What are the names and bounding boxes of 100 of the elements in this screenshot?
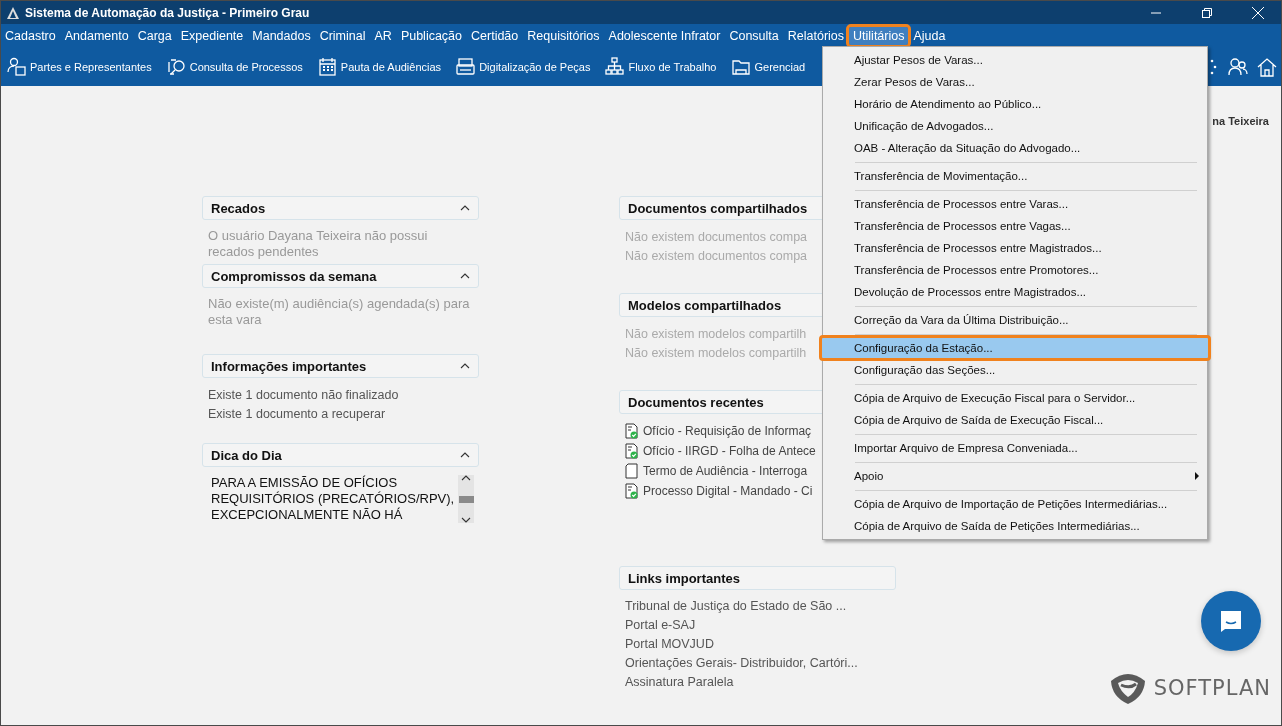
toolbar-button[interactable]: Gerenciad <box>731 57 806 76</box>
chevron-icon[interactable] <box>461 475 471 481</box>
recent-document-link[interactable]: Ofício - IIRGD - Folha de Antece <box>643 444 816 458</box>
panel-message: Não existe(m) audiência(s) agendada(s) para esta vara <box>208 296 471 328</box>
toolbar-button[interactable]: Consulta de Processos <box>166 57 303 76</box>
panel-message: Não existem modelos compartilh <box>625 326 807 343</box>
panel-message: Não existem documentos compa <box>625 229 808 246</box>
menu-option[interactable]: OAB - Alteração da Situação do Advogado... <box>823 137 1207 159</box>
toolbar-button[interactable]: Partes e Representantes <box>7 57 152 76</box>
window-title: Sistema de Automação da Justiça - Primeiro Grau <box>25 5 311 20</box>
close-icon <box>1252 6 1264 19</box>
info-message[interactable]: Existe 1 documento não finalizado <box>208 386 399 405</box>
toolbar-label: Partes e Representantes <box>30 60 152 73</box>
menu-option[interactable]: Transferência de Movimentação... <box>823 165 1207 187</box>
menu-option[interactable]: Transferência de Processos entre Magistrados... <box>823 237 1207 259</box>
link[interactable]: Orientações Gerais- Distribuidor, Cartóri... <box>625 654 858 673</box>
menu-item[interactable]: Publicação <box>396 26 467 45</box>
recent-document-link[interactable]: Termo de Audiência - Interroga <box>643 464 808 478</box>
panel-title: Documentos recentes <box>628 394 764 410</box>
chevron-icon[interactable] <box>460 452 470 458</box>
menu-option[interactable]: Cópia de Arquivo de Saída de Petições Intermediárias... <box>823 515 1207 537</box>
menu-option[interactable]: Unificação de Advogados... <box>823 115 1207 137</box>
chat-icon <box>1219 609 1243 633</box>
scrollbar-thumb[interactable] <box>458 495 474 503</box>
menu-option[interactable]: Importar Arquivo de Empresa Conveniada... <box>823 437 1207 459</box>
menu-item[interactable]: Relatórios <box>783 26 849 45</box>
menu-option[interactable]: Ajustar Pesos de Varas... <box>823 49 1207 71</box>
toolbar-label: Consulta de Processos <box>189 60 303 73</box>
link[interactable]: Assinatura Paralela <box>625 673 734 692</box>
menu-item[interactable]: Cadastro <box>1 26 60 45</box>
panel-title: Compromissos da semana <box>211 268 377 284</box>
folder-icon <box>731 57 751 76</box>
menu-item[interactable]: Ajuda <box>909 26 950 45</box>
chevron-icon[interactable] <box>461 517 471 523</box>
chat-button[interactable] <box>1201 591 1261 651</box>
menu-option[interactable]: Configuração da Estação... <box>821 337 1209 359</box>
toolbar-label: Fluxo de Trabalho <box>628 60 717 73</box>
menu-item[interactable]: Requisitórios <box>523 26 604 45</box>
menu-item[interactable]: Certidão <box>467 26 523 45</box>
link[interactable]: Tribunal de Justiça do Estado de São ... <box>625 597 847 616</box>
menu-item[interactable]: Andamento <box>60 26 133 45</box>
menu-option[interactable]: Transferência de Processos entre Promotores... <box>823 259 1207 281</box>
info-message[interactable]: Existe 1 documento a recuperar <box>208 405 386 424</box>
toolbar-label: Pauta de Audiências <box>340 60 442 73</box>
menu-item[interactable]: Mandados <box>248 26 315 45</box>
panel-header[interactable]: Informações importantes <box>202 354 479 378</box>
recent-document-link[interactable]: Ofício - Requisição de Informaç <box>643 424 812 438</box>
chevron-icon[interactable] <box>460 363 470 369</box>
menu-item[interactable]: Criminal <box>315 26 370 45</box>
panel-header[interactable]: Compromissos da semana <box>202 264 479 288</box>
menu-item[interactable]: Adolescente Infrator <box>604 26 725 45</box>
signed-document-icon <box>625 443 639 459</box>
menu-option[interactable]: Zerar Pesos de Varas... <box>823 71 1207 93</box>
minimize-icon <box>1151 11 1161 14</box>
calendar-icon <box>317 57 337 76</box>
person-clipboard-icon <box>7 57 26 76</box>
search-icon <box>166 57 186 76</box>
panel-title: Modelos compartilhados <box>628 297 782 313</box>
chevron-icon[interactable] <box>460 205 470 211</box>
recent-document-link[interactable]: Processo Digital - Mandado - Ci <box>643 484 813 498</box>
menu-item[interactable]: Utilitários <box>849 26 909 45</box>
menu-option[interactable]: Apoio <box>823 465 1207 487</box>
menu-option[interactable]: Configuração das Seções... <box>823 359 1207 381</box>
panel-title: Links importantes <box>628 570 740 586</box>
menu-item[interactable]: Expediente <box>176 26 248 45</box>
panel-title: Recados <box>211 200 266 216</box>
menu-option[interactable]: Horário de Atendimento ao Público... <box>823 93 1207 115</box>
scanner-icon <box>456 57 476 76</box>
user-name: na Teixeira <box>1212 115 1269 127</box>
tip-text: PARA A EMISSÃO DE OFÍCIOS REQUISITÓRIOS (PRECATÓRIOS/RPV), EXCEPCIONALMENTE NÃO HÁ <box>211 475 456 523</box>
restore-icon <box>1202 7 1212 18</box>
home-icon[interactable] <box>1257 56 1277 77</box>
panel-message: O usuário Dayana Teixeira não possui recados pendentes <box>208 228 429 260</box>
hierarchy-icon <box>605 57 625 76</box>
panel-title: Dica do Dia <box>211 447 282 463</box>
panel-message: Não existem modelos compartilh <box>625 345 807 362</box>
app-logo-icon <box>6 5 20 20</box>
toolbar-button[interactable]: Fluxo de Trabalho <box>605 57 717 76</box>
toolbar-button[interactable]: Pauta de Audiências <box>317 57 442 76</box>
panel-title: Informações importantes <box>211 358 367 374</box>
toolbar-button[interactable]: Digitalização de Peças <box>456 57 591 76</box>
people-icon[interactable] <box>1228 56 1248 77</box>
signed-document-icon <box>625 483 639 499</box>
menu-item[interactable]: Carga <box>133 26 176 45</box>
toolbar-label: Gerenciad <box>754 60 806 73</box>
panel-header[interactable]: Dica do Dia <box>202 443 479 467</box>
link[interactable]: Portal e-SAJ <box>625 616 696 635</box>
menu-item[interactable]: Consulta <box>725 26 783 45</box>
panel-header[interactable]: Recados <box>202 196 479 220</box>
menu-option[interactable]: Cópia de Arquivo de Importação de Petições Intermediárias... <box>823 493 1207 515</box>
menu-item[interactable]: AR <box>370 26 396 45</box>
panel-title: Documentos compartilhados <box>628 200 808 216</box>
chevron-icon[interactable] <box>460 273 470 279</box>
link[interactable]: Portal MOVJUD <box>625 635 714 654</box>
scrollbar[interactable] <box>458 475 474 523</box>
submenu-arrow-icon <box>1195 472 1199 480</box>
panel-message: Não existem documentos compa <box>625 248 808 265</box>
document-icon <box>625 463 639 479</box>
signed-document-icon <box>625 423 639 439</box>
panel-header[interactable]: Links importantes <box>619 566 896 590</box>
